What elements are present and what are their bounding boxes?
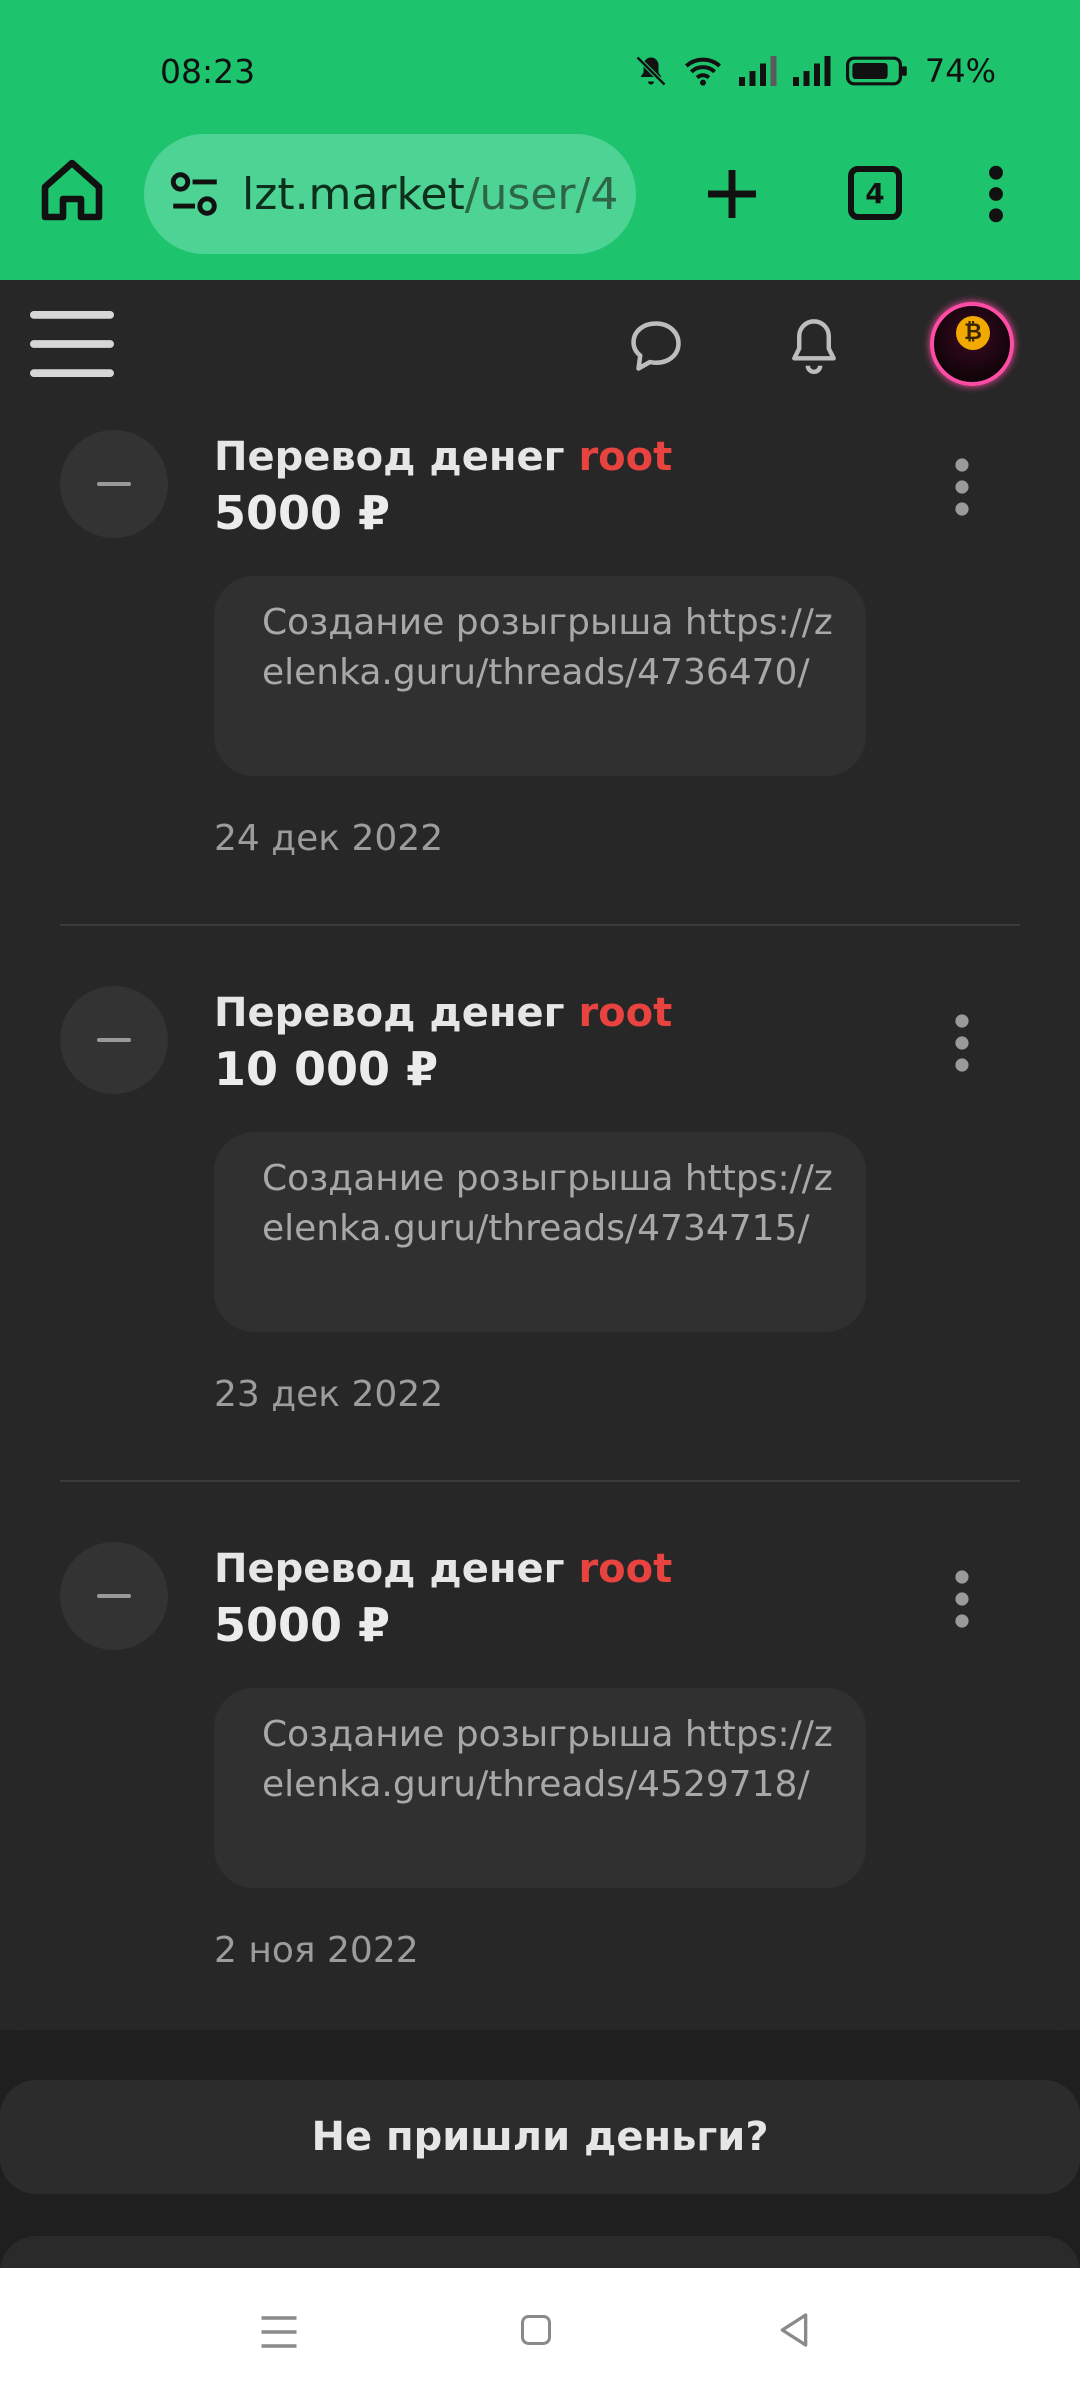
minus-icon — [60, 430, 168, 538]
card-bottom-edge — [0, 1990, 1080, 2030]
transaction-title: Перевод денег root — [214, 434, 672, 480]
transaction-title: Перевод денег root — [214, 1546, 672, 1592]
transaction-item: Перевод денег root 10 000 ₽ Создание роз… — [0, 962, 1080, 1518]
transaction-amount: 5000 ₽ — [214, 486, 391, 540]
recents-icon[interactable] — [258, 2312, 300, 2352]
more-vertical-icon[interactable] — [940, 454, 984, 520]
url-host: lzt.market — [242, 168, 465, 220]
transaction-item: Перевод денег root 5000 ₽ Создание розыг… — [0, 406, 1080, 962]
signal-icon-2 — [792, 56, 831, 86]
bell-icon[interactable] — [784, 314, 844, 378]
transaction-comment: Создание розыгрыша https://zelenka.guru/… — [214, 1132, 866, 1332]
bitcoin-icon: ₿ — [956, 316, 990, 350]
tab-switcher-button[interactable]: 4 — [848, 166, 902, 220]
more-vertical-icon[interactable] — [940, 1010, 984, 1076]
nav-home-icon[interactable] — [518, 2312, 554, 2348]
battery-percent: 74% — [924, 52, 996, 90]
transaction-amount: 5000 ₽ — [214, 1598, 391, 1652]
transaction-type: Перевод денег — [214, 990, 565, 1036]
transaction-comment: Создание розыгрыша https://zelenka.guru/… — [214, 1688, 866, 1888]
site-header: ₿ — [0, 280, 1080, 406]
home-icon[interactable] — [36, 154, 108, 226]
url-path: /user/4 — [464, 168, 619, 220]
status-time: 08:23 — [160, 52, 256, 91]
minus-icon — [60, 1542, 168, 1650]
transaction-comment: Создание розыгрыша https://zelenka.guru/… — [214, 576, 866, 776]
transaction-user-link[interactable]: root — [578, 434, 672, 480]
status-bar: 08:23 74% — [0, 0, 1080, 126]
avatar[interactable]: ₿ — [930, 302, 1014, 386]
transaction-amount: 10 000 ₽ — [214, 1042, 439, 1096]
transaction-title: Перевод денег root — [214, 990, 672, 1036]
transaction-date: 2 ноя 2022 — [214, 1930, 419, 1971]
status-icons: 74% — [633, 52, 996, 90]
transaction-user-link[interactable]: root — [578, 1546, 672, 1592]
divider — [60, 924, 1020, 926]
battery-icon — [845, 56, 907, 86]
more-vertical-icon[interactable] — [980, 162, 1012, 226]
address-bar[interactable]: lzt.market/user/4 — [144, 134, 636, 254]
money-not-received-button[interactable]: Не пришли деньги? — [0, 2080, 1080, 2194]
signal-icon — [738, 56, 777, 86]
more-vertical-icon[interactable] — [940, 1566, 984, 1632]
chat-bubble-icon[interactable] — [626, 316, 686, 376]
divider — [60, 1480, 1020, 1482]
minus-icon — [60, 986, 168, 1094]
browser-toolbar: lzt.market/user/4 4 — [0, 126, 1080, 280]
transaction-date: 23 дек 2022 — [214, 1374, 444, 1415]
hamburger-icon[interactable] — [30, 308, 114, 380]
back-icon[interactable] — [774, 2310, 814, 2350]
mute-icon — [635, 55, 666, 87]
system-nav-bar — [0, 2268, 1080, 2400]
wifi-icon — [684, 57, 721, 86]
tune-icon[interactable] — [166, 165, 224, 223]
transaction-user-link[interactable]: root — [578, 990, 672, 1036]
plus-icon[interactable] — [700, 162, 764, 226]
transaction-date: 24 дек 2022 — [214, 818, 444, 859]
transaction-list: Перевод денег root 5000 ₽ Создание розыг… — [0, 406, 1080, 2074]
url-text: lzt.market/user/4 — [242, 169, 618, 220]
transaction-type: Перевод денег — [214, 434, 565, 480]
transaction-type: Перевод денег — [214, 1546, 565, 1592]
